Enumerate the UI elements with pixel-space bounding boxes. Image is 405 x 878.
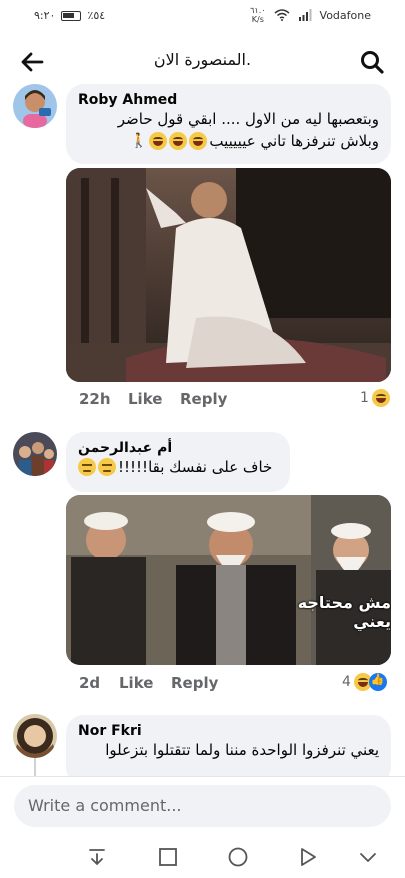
laugh-emoji-icon [371,389,390,407]
app-header: المنصورة الان. [0,34,405,88]
comment-bubble[interactable]: Roby Ahmed وبتعصبها ليه من الاول .... اب… [66,84,391,164]
wifi-icon [274,9,290,21]
like-button[interactable]: Like [128,390,162,408]
page-title: المنصورة الان. [153,50,252,69]
unamused-emoji-icon [78,458,96,476]
nav-home-icon[interactable] [226,845,250,869]
signal-icon [298,9,312,21]
meme-photo [66,495,391,665]
comment-bubble[interactable]: Nor Fkri يعني تنرفزوا الواحدة مننا ولما … [66,715,391,785]
meme-photo [66,168,391,382]
status-left: ٩:٢٠ ٪٥٤ [34,9,105,22]
laugh-emoji-icon [189,132,208,150]
system-nav-bar [0,836,405,878]
laugh-emoji-icon [169,132,188,150]
comment-author[interactable]: Nor Fkri [78,723,379,739]
status-bar: ٩:٢٠ ٪٥٤ ٦١.٠ K/s Vodafone [0,0,405,34]
unamused-emoji-icon [98,458,116,476]
like-button[interactable]: Like [119,674,153,692]
thread-line [34,758,36,776]
comment-image[interactable]: مش محتاجه يعني [66,495,391,665]
nav-collapse-icon[interactable] [85,845,109,869]
like-emoji-icon [368,673,387,691]
comment-bubble[interactable]: أم عبدالرحمن خاف على نفسك بقا!!!!! [66,432,290,492]
avatar-image [13,432,57,476]
comment-text-line: 🚶 وبلاش تنرفزها تاني عيييييب [129,132,379,150]
status-right: ٦١.٠ K/s Vodafone [250,6,371,24]
reply-button[interactable]: Reply [171,674,218,692]
reply-button[interactable]: Reply [180,390,227,408]
comment-time: 2d [79,674,101,692]
reaction-count: 4 [342,674,351,690]
avatar[interactable] [13,432,57,476]
image-caption: مش محتاجه يعني [297,593,391,631]
comment-time: 22h [79,390,111,408]
chevron-down-icon[interactable] [356,845,380,869]
avatar[interactable] [13,714,57,758]
comment-image[interactable] [66,168,391,382]
comment-author[interactable]: أم عبدالرحمن [78,440,278,456]
reaction-summary[interactable]: 1 [360,389,390,407]
avatar-image [13,714,57,758]
comment-composer: Write a comment... [0,776,405,837]
carrier-name: Vodafone [319,8,371,22]
comment-actions: 22h Like Reply [79,390,399,410]
laugh-emoji-icon [149,132,168,150]
avatar-image [13,84,57,128]
battery-icon [61,10,82,21]
comment-input[interactable]: Write a comment... [14,785,391,827]
comment-text-line: خاف على نفسك بقا!!!!! [78,456,278,478]
avatar[interactable] [13,84,57,128]
search-icon[interactable] [359,49,385,75]
battery-level: ٪٥٤ [87,9,106,22]
comment-author[interactable]: Roby Ahmed [78,92,379,108]
reaction-summary[interactable]: 4 [342,673,387,691]
comment-text-line: وبتعصبها ليه من الاول .... ابقي قول حاضر [117,110,379,128]
network-speed: ٦١.٠ K/s [250,6,266,24]
nav-back-icon[interactable] [296,845,320,869]
reaction-count: 1 [360,390,369,406]
nav-recents-icon[interactable] [156,845,180,869]
clock: ٩:٢٠ [34,9,56,22]
comment-text-line: يعني تنرفزوا الواحدة مننا ولما تتقتلوا ب… [105,741,379,759]
walking-emoji-icon: 🚶 [129,133,148,149]
